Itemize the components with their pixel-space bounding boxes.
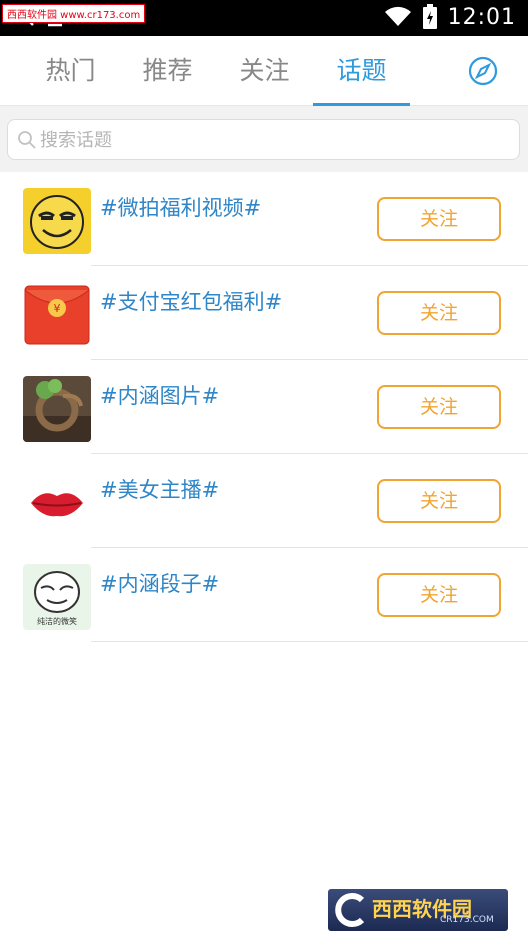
follow-button[interactable]: 关注 [377, 197, 501, 241]
lips-icon [23, 470, 91, 536]
topic-title[interactable]: #支付宝红包福利# [100, 286, 282, 316]
search-icon [18, 131, 36, 149]
list-item[interactable]: #美女主播# 关注 [0, 454, 528, 548]
list-item[interactable]: #内涵图片# 关注 [0, 360, 528, 454]
logo-subtitle: CR173.COM [440, 915, 494, 925]
tab-bar: 热门 推荐 关注 话题 [0, 36, 528, 106]
divider [91, 641, 528, 642]
emoji-face-icon [23, 188, 91, 254]
tab-hot[interactable]: 热门 [22, 36, 119, 106]
topic-title[interactable]: #美女主播# [100, 474, 219, 504]
topic-list: #微拍福利视频# 关注 ¥ #支付宝红包福利# 关注 #内涵图片# 关注 #美女… [0, 172, 528, 642]
search-input[interactable] [40, 124, 510, 156]
search-area [0, 106, 528, 172]
status-icons-right: 12:01 [384, 4, 516, 30]
topic-title[interactable]: #内涵段子# [100, 568, 219, 598]
follow-button[interactable]: 关注 [377, 291, 501, 335]
svg-text:¥: ¥ [54, 302, 61, 315]
site-logo: 西西软件园 CR173.COM [328, 889, 508, 931]
list-item[interactable]: ¥ #支付宝红包福利# 关注 [0, 266, 528, 360]
topic-title[interactable]: #内涵图片# [100, 380, 219, 410]
dragon-tree-icon [23, 376, 91, 442]
tab-recommended[interactable]: 推荐 [119, 36, 216, 106]
icon-caption: 纯洁的微笑 [37, 616, 77, 626]
clock: 12:01 [447, 4, 516, 30]
compass-icon[interactable] [468, 56, 498, 86]
wifi-icon [384, 6, 411, 26]
red-envelope-icon: ¥ [23, 282, 91, 348]
smirk-face-icon: 纯洁的微笑 [23, 564, 91, 630]
search-box [7, 119, 520, 160]
watermark-label: 西西软件园 www.cr173.com [2, 4, 146, 23]
status-bar: 西西软件园 www.cr173.com 12:01 [0, 0, 528, 36]
tab-following[interactable]: 关注 [216, 36, 313, 106]
follow-button[interactable]: 关注 [377, 385, 501, 429]
battery-icon [422, 4, 437, 29]
topic-title[interactable]: #微拍福利视频# [100, 192, 261, 222]
follow-button[interactable]: 关注 [377, 479, 501, 523]
list-item[interactable]: #微拍福利视频# 关注 [0, 172, 528, 266]
logo-c-icon [335, 893, 365, 927]
tab-topics[interactable]: 话题 [313, 36, 410, 106]
follow-button[interactable]: 关注 [377, 573, 501, 617]
list-item[interactable]: 纯洁的微笑 #内涵段子# 关注 [0, 548, 528, 642]
